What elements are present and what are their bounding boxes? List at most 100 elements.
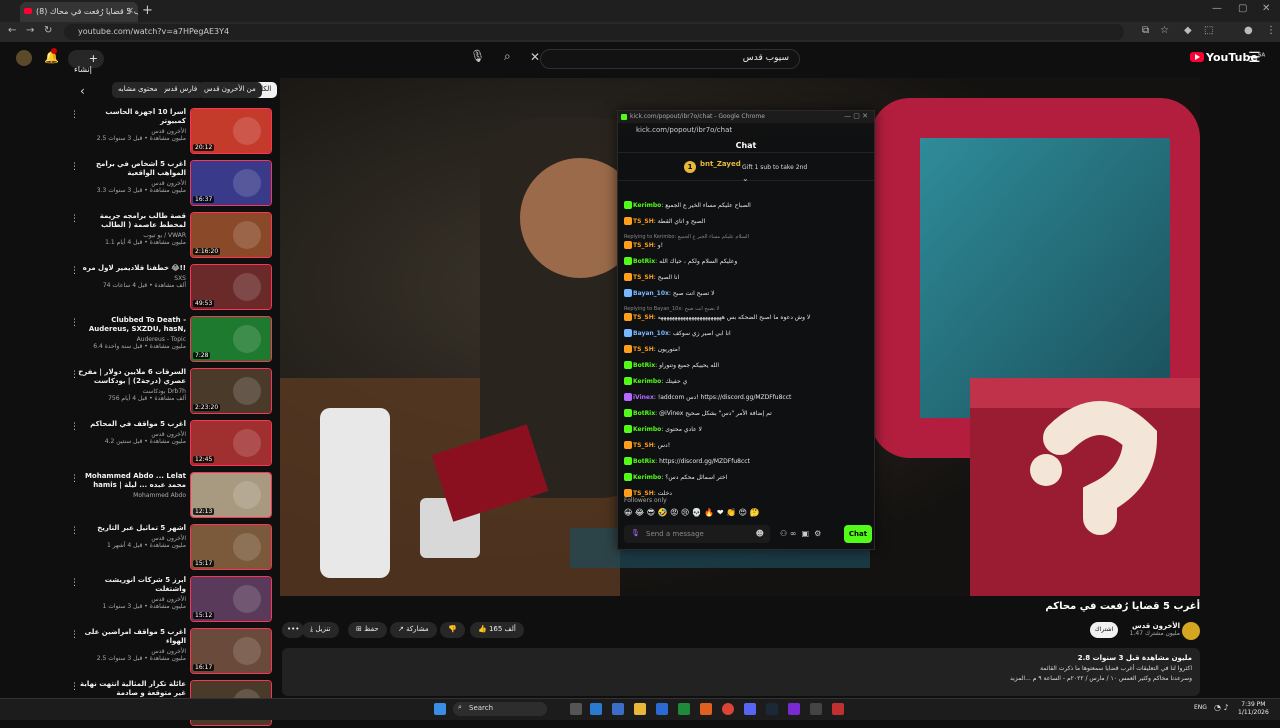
excel-icon[interactable] [678, 703, 690, 715]
video-title[interactable]: أسرا 10 أجهزة الحاسب كمبيوتر [78, 108, 186, 126]
description-box[interactable]: 2.8 مليون مشاهدة قبل 3 سنوات اكثروا لنا … [282, 648, 1200, 696]
video-title[interactable]: أشهر 5 تماثيل عبر التاريخ [78, 524, 186, 533]
chrome-icon[interactable] [722, 703, 734, 715]
list-item[interactable]: 12:45 أغرب 5 مواقف في المحاكم الأخرون قدس 4… [66, 420, 276, 468]
more-options-icon[interactable]: ⋮ [70, 370, 79, 380]
video-thumbnail[interactable]: 7:28 [190, 316, 272, 362]
channel-name[interactable]: الأخرون قدس [78, 596, 186, 603]
vlc-icon[interactable] [700, 703, 712, 715]
chat-username[interactable]: Bayan_10x [633, 330, 669, 337]
video-thumbnail[interactable]: 12:13 [190, 472, 272, 518]
video-title[interactable]: أغرب 5 أشخاص في برامج المواهب الواقعية [78, 160, 186, 178]
store-icon[interactable] [656, 703, 668, 715]
video-thumbnail[interactable]: 2:23:20 [190, 368, 272, 414]
video-title[interactable]: Mohammed Abdo ... Lelat hamis | محمد عبد… [78, 472, 186, 490]
forward-icon[interactable]: → [26, 25, 34, 36]
chat-username[interactable]: TS_SH [633, 314, 654, 321]
youtube-logo[interactable]: YouTubeSA [1190, 51, 1265, 64]
list-item[interactable]: 49:53 خطفنا فلاديمير لاول مره 😂!! SXS 74 أل… [66, 264, 276, 312]
video-title[interactable]: عائلة تكرار المثالية انتهت نهاية غير متو… [78, 680, 186, 698]
list-item[interactable]: 2:16:20 قصة طالب برامجه جريمة لمخطط عاصمة… [66, 212, 276, 260]
more-options-icon[interactable]: ⋮ [70, 630, 79, 640]
channel-name[interactable]: الأخرون قدس [78, 648, 186, 655]
list-item[interactable]: 7:28 Clubbed To Death - Audereus, SXZDU, … [66, 316, 276, 364]
share-button[interactable]: ↗ مشاركة [390, 622, 437, 638]
chat-username[interactable]: BotRix [633, 362, 655, 369]
chat-message-input[interactable]: 🎙 Send a message ☻ [624, 525, 770, 543]
channel-name[interactable]: الأخرون قدس [78, 180, 186, 187]
channel-name[interactable]: بودكاست Drb7h [78, 388, 186, 395]
chat-username[interactable]: Bayan_10x [633, 290, 669, 297]
chat-username[interactable]: BotRix [633, 410, 655, 417]
close-window-button[interactable]: ✕ [1262, 3, 1270, 14]
new-tab-button[interactable]: + [142, 3, 153, 18]
more-options-icon[interactable]: ⋮ [70, 422, 79, 432]
notifications-bell-icon[interactable]: 🔔 [44, 48, 59, 64]
more-options-icon[interactable]: ⋮ [70, 526, 79, 536]
more-options-icon[interactable]: ⋮ [70, 682, 79, 692]
app-icon-3[interactable] [832, 703, 844, 715]
channel-name[interactable]: الأخرون قدس [78, 128, 186, 135]
avatar[interactable] [16, 50, 32, 66]
channel-name[interactable]: Audereus - Topic [78, 336, 186, 343]
channel-name[interactable]: SXS [78, 275, 186, 282]
minimize-button[interactable]: — [1212, 3, 1222, 14]
chat-username[interactable]: TS_SH [633, 274, 654, 281]
channel-avatar[interactable] [1182, 622, 1200, 640]
create-button[interactable]: + إنشاء [68, 50, 104, 74]
chat-username[interactable]: BotRix [633, 458, 655, 465]
extensions-puzzle-icon[interactable]: ⬚ [1204, 25, 1213, 36]
edge-icon[interactable] [590, 703, 602, 715]
chat-username[interactable]: TS_SH [633, 218, 654, 225]
profile-icon[interactable]: ● [1244, 25, 1253, 36]
video-thumbnail[interactable]: 12:45 [190, 420, 272, 466]
chat-username[interactable]: BotRix [633, 258, 655, 265]
chip-related[interactable]: محتوى مشابه [112, 82, 164, 98]
like-button[interactable]: 👍 165 ألف [470, 622, 524, 638]
video-thumbnail[interactable]: 16:37 [190, 160, 272, 206]
more-options-icon[interactable]: ⋮ [70, 266, 79, 276]
video-thumbnail[interactable]: 20:12 [190, 108, 272, 154]
emoji-picker-icon[interactable]: ☻ [756, 529, 764, 538]
search-icon[interactable]: ⌕ [504, 49, 524, 69]
url-field[interactable]: youtube.com/watch?v=a7HPegAE3Y4 [64, 24, 1124, 40]
channel-name[interactable]: Mohammed Abdo [78, 492, 186, 499]
video-title[interactable]: أغرب 5 مواقف امراضين على الهواء [78, 628, 186, 646]
chat-username[interactable]: TS_SH [633, 346, 654, 353]
channel-name[interactable]: الأخرون قدس [78, 535, 186, 542]
taskbar-search[interactable]: ⌕ Search [453, 702, 547, 716]
list-item[interactable]: 16:17 أغرب 5 مواقف امراضين على الهواء الأخ… [66, 628, 276, 676]
video-title[interactable]: السرقات 6 ملايين دولار | مفرح عصري (درجة… [78, 368, 186, 386]
download-button[interactable]: ⤓ تنزيل [302, 622, 339, 638]
clear-search-icon[interactable]: ✕ [530, 50, 540, 64]
file-explorer-icon[interactable] [634, 703, 646, 715]
save-button[interactable]: ⊞ حفظ [348, 622, 387, 638]
list-item[interactable]: 15:12 أبرز 5 شركات أنوريشت واشتغلت الأخرون… [66, 576, 276, 624]
app-icon-2[interactable] [810, 703, 822, 715]
video-thumbnail[interactable]: 15:17 [190, 524, 272, 570]
chips-prev-icon[interactable]: ‹ [80, 84, 85, 98]
chat-username[interactable]: TS_SH [633, 242, 654, 249]
edge-browser-icon[interactable] [612, 703, 624, 715]
search-input[interactable]: سيوب قدس [540, 49, 800, 69]
pinned-gifter[interactable]: 1 bnt_Zayed Gift 1 sub to take 2nd ⌄ [618, 153, 874, 183]
microphone-icon[interactable]: 🎙 [470, 49, 488, 69]
chat-send-button[interactable]: Chat [844, 525, 872, 543]
emote-bar[interactable]: 😀 😂 😎 🤣 😡 😢 💀 🔥 ❤ 👏 😍 🤔 [624, 508, 760, 517]
browser-menu-icon[interactable]: ⋮ [1266, 25, 1276, 36]
steam-icon[interactable] [766, 703, 778, 715]
more-options-icon[interactable]: ⋮ [70, 318, 79, 328]
maximize-button[interactable]: ▢ [1238, 3, 1247, 14]
tab-close-icon[interactable]: × [126, 6, 134, 16]
subscribe-button[interactable]: اشتراك [1090, 622, 1118, 638]
chat-window-controls-icon[interactable]: — ▢ ✕ [844, 112, 868, 120]
channel-name[interactable]: الأخرون قدس [78, 431, 186, 438]
list-item[interactable]: 20:12 أسرا 10 أجهزة الحاسب كمبيوتر الأخرون… [66, 108, 276, 156]
list-item[interactable]: 16:37 أغرب 5 أشخاص في برامج المواهب الواق… [66, 160, 276, 208]
expand-chevron-icon[interactable]: ⌄ [742, 174, 749, 183]
video-thumbnail[interactable]: 16:17 [190, 628, 272, 674]
list-item[interactable]: 15:17 أشهر 5 تماثيل عبر التاريخ الأخرون قد… [66, 524, 276, 572]
chat-username[interactable]: iVinex [633, 394, 654, 401]
chip-channel[interactable]: من الأخرون قدس [198, 82, 262, 98]
back-icon[interactable]: ← [8, 25, 16, 36]
